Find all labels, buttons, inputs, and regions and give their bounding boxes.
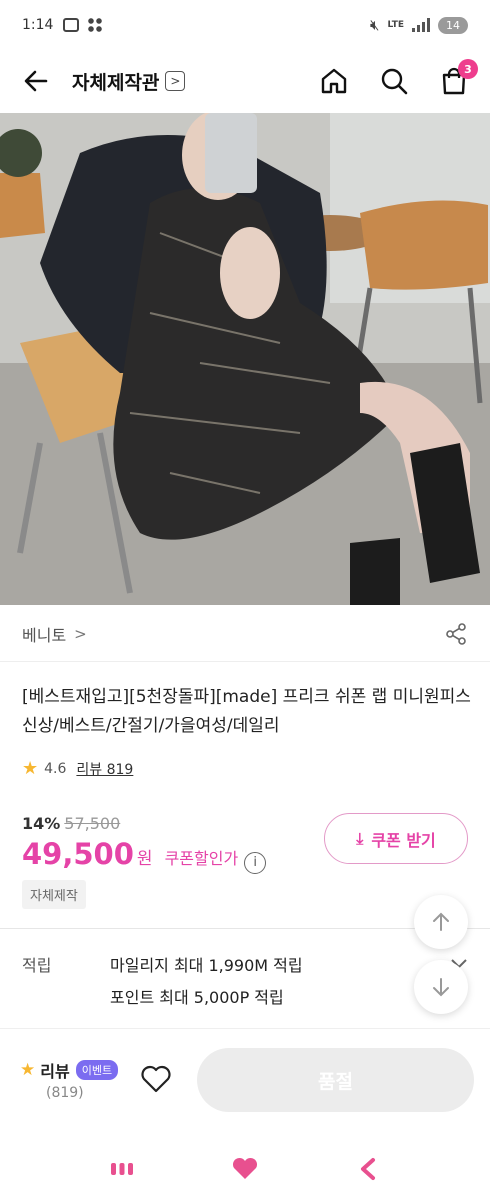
scroll-bottom-button[interactable] <box>414 960 468 1014</box>
review-label: 리뷰 <box>40 1062 70 1081</box>
back-arrow-icon[interactable] <box>20 65 52 97</box>
discount-rate: 14% <box>22 814 61 833</box>
points-label: 적립 <box>22 956 52 975</box>
review-count-link[interactable]: 리뷰 819 <box>76 759 133 779</box>
coupon-button-label: 쿠폰 받기 <box>371 830 436 850</box>
system-navbar <box>0 1138 490 1200</box>
original-price: 57,500 <box>64 814 121 833</box>
star-icon: ★ <box>20 1060 36 1080</box>
seller-row[interactable]: 베니토 > <box>0 606 490 662</box>
star-icon: ★ <box>22 758 39 779</box>
recent-apps-icon[interactable] <box>102 1154 142 1184</box>
divider <box>0 1028 490 1029</box>
wishlist-heart-icon[interactable] <box>140 1064 174 1096</box>
header-actions: 3 <box>318 59 478 97</box>
share-icon[interactable] <box>444 622 468 646</box>
rating-row: ★ 4.6 리뷰 819 <box>22 758 133 779</box>
mileage-points: 마일리지 최대 1,990M 적립 <box>110 956 303 975</box>
coupon-download-button[interactable]: ⤓ 쿠폰 받기 <box>324 813 468 864</box>
home-heart-icon[interactable] <box>225 1154 265 1184</box>
app-grid-icon <box>87 17 104 33</box>
reward-points: 포인트 최대 5,000P 적립 <box>110 988 284 1007</box>
status-time: 1:14 <box>22 17 54 33</box>
discount-row: 14% 57,500 <box>22 814 266 833</box>
soldout-button[interactable]: 품절 <box>197 1048 474 1112</box>
price-block: 14% 57,500 49,500 원 쿠폰할인가 i <box>22 814 267 874</box>
search-icon[interactable] <box>378 65 410 97</box>
info-icon[interactable]: i <box>244 851 267 874</box>
seller-name[interactable]: 베니토 <box>22 622 66 646</box>
mute-icon: 🔇︎ <box>370 16 380 34</box>
screenshot-icon <box>63 18 80 32</box>
product-tag: 자체제작 <box>22 880 86 909</box>
page-title[interactable]: 자체제작관 <box>72 68 159 95</box>
back-icon[interactable] <box>348 1154 388 1184</box>
app-header: 자체제작관 > 3 <box>0 50 490 112</box>
event-badge: 이벤트 <box>75 1060 119 1080</box>
product-title: [베스트재입고][5천장돌파][made] 프리크 쉬폰 랩 미니원피스 신상/… <box>22 687 471 736</box>
final-price-row: 49,500 원 쿠폰할인가 i <box>22 837 267 874</box>
cart-count-badge: 3 <box>458 59 478 79</box>
home-icon[interactable] <box>318 65 350 97</box>
signal-icon <box>412 18 430 32</box>
coupon-discount-label: 쿠폰할인가 <box>164 849 239 868</box>
currency-unit: 원 <box>136 849 153 869</box>
download-icon: ⤓ <box>356 828 364 848</box>
shopping-bag-icon[interactable]: 3 <box>438 59 478 97</box>
rating-value: 4.6 <box>44 760 67 777</box>
review-count: (819) <box>46 1085 84 1101</box>
arrow-down-icon <box>433 978 449 997</box>
scroll-top-button[interactable] <box>414 895 468 949</box>
final-price: 49,500 <box>22 837 134 871</box>
product-image[interactable] <box>0 113 490 605</box>
battery-indicator: 14 <box>438 16 468 34</box>
seller-chevron-icon[interactable]: > <box>74 625 87 643</box>
review-summary[interactable]: ★ 리뷰 이벤트 <box>20 1058 119 1082</box>
status-bar: 1:14 🔇︎ LTE 14 <box>0 0 490 50</box>
title-chevron-icon[interactable]: > <box>165 71 186 91</box>
status-right: 🔇︎ LTE 14 <box>370 16 468 34</box>
arrow-up-icon <box>433 912 449 931</box>
network-label: LTE <box>387 19 404 30</box>
